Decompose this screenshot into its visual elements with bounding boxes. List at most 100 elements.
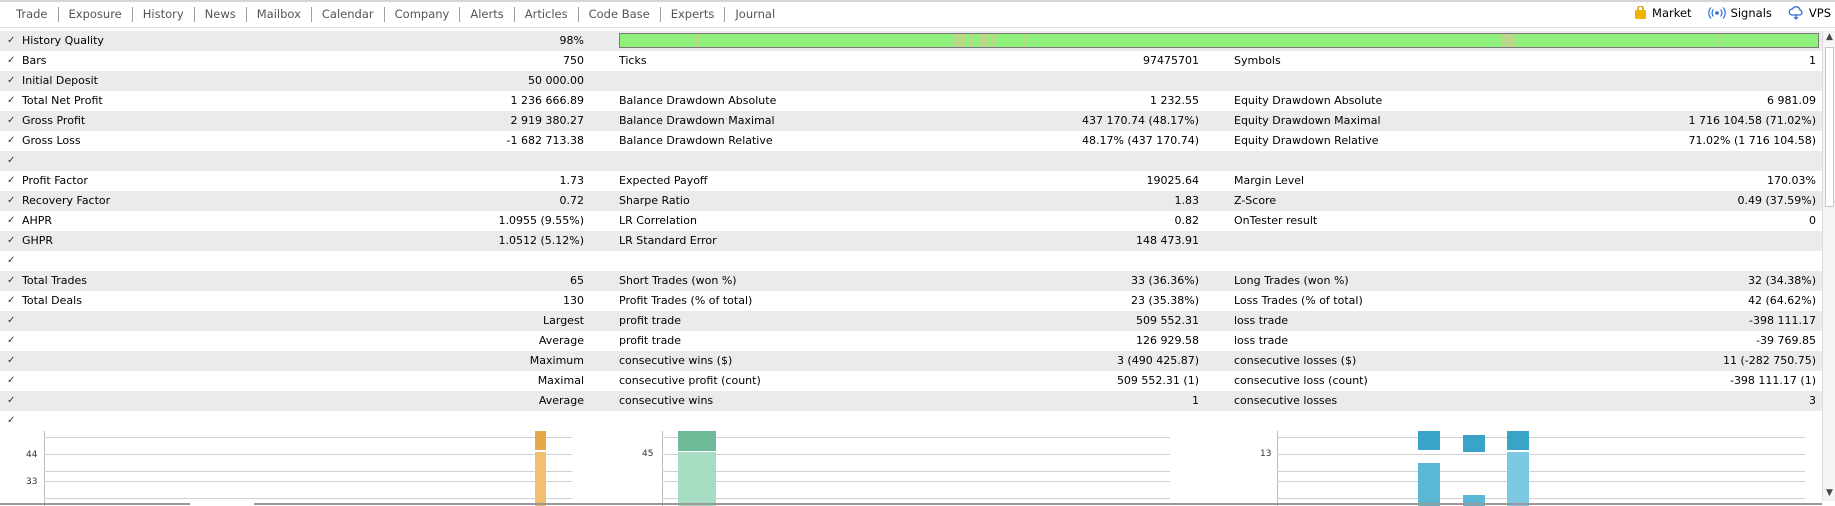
stats-row: ✓ Recovery Factor 0.72 Sharpe Ratio 1.83 Z-Sc… <box>0 191 1822 211</box>
vps-label: VPS <box>1808 6 1831 20</box>
tab-mailbox[interactable]: Mailbox <box>247 5 311 23</box>
signals-label: Signals <box>1730 6 1772 20</box>
stat-value: 2 919 380.27 <box>510 114 584 127</box>
stat-value: 437 170.74 (48.17%) <box>1081 114 1199 127</box>
row-check-icon[interactable]: ✓ <box>7 311 15 331</box>
quality-gap-segment <box>1719 34 1723 47</box>
stat-label: LR Standard Error <box>619 234 717 247</box>
tab-news[interactable]: News <box>195 5 246 23</box>
stat-label: Gross Profit <box>22 114 86 127</box>
stat-value: 1.0955 (9.55%) <box>498 214 584 227</box>
tab-journal[interactable]: Journal <box>725 5 785 23</box>
row-check-icon[interactable]: ✓ <box>7 251 15 271</box>
row-check-icon[interactable]: ✓ <box>7 151 15 171</box>
row-check-icon[interactable]: ✓ <box>7 211 15 231</box>
row-check-icon[interactable]: ✓ <box>7 91 15 111</box>
chart1-gridline <box>44 498 572 499</box>
row-check-icon[interactable]: ✓ <box>7 71 15 91</box>
stat-value: 750 <box>563 54 584 67</box>
tab-trade[interactable]: Trade <box>6 5 58 23</box>
stat-value: 19025.64 <box>1146 174 1200 187</box>
chart2-tick-45: 45 <box>642 449 654 459</box>
terminal-tab-bar: Trade Exposure History News Mailbox Calendar C… <box>0 0 1835 28</box>
scrollbar-thumb[interactable] <box>1825 47 1834 207</box>
stat-label: Profit Trades (% of total) <box>619 294 753 307</box>
chart1-gridline <box>44 481 572 482</box>
chart1-gridline <box>44 454 572 455</box>
row-check-icon[interactable]: ✓ <box>7 331 15 351</box>
stats-row: ✓ Gross Profit 2 919 380.27 Balance Drawdow… <box>0 111 1822 131</box>
vps-button[interactable]: VPS <box>1788 6 1831 20</box>
row-check-icon[interactable]: ✓ <box>7 131 15 151</box>
signals-button[interactable]: Signals <box>1707 6 1772 20</box>
stat-value: -398 111.17 <box>1749 314 1816 327</box>
tab-experts[interactable]: Experts <box>661 5 725 23</box>
stat-label: Equity Drawdown Maximal <box>1234 114 1381 127</box>
tab-history[interactable]: History <box>133 5 194 23</box>
stat-label: Symbols <box>1234 54 1281 67</box>
scroll-down-icon[interactable]: ▼ <box>1824 488 1835 499</box>
stat-value: 1 <box>1809 54 1816 67</box>
stat-label: Initial Deposit <box>22 74 98 87</box>
stat-label: LR Correlation <box>619 214 697 227</box>
chart3-gridline <box>1277 454 1805 455</box>
quality-gap-segment <box>979 34 991 47</box>
stat-value: 170.03% <box>1767 174 1816 187</box>
scroll-up-icon[interactable]: ▲ <box>1824 32 1835 43</box>
stat-value: Average <box>538 334 584 347</box>
stat-label: loss trade <box>1234 314 1289 327</box>
quality-gap-segment <box>1023 34 1027 47</box>
bottom-border <box>254 503 1822 505</box>
stat-value: Maximum <box>529 354 584 367</box>
stat-label: consecutive losses ($) <box>1234 354 1357 367</box>
chart1-gridline <box>44 471 572 472</box>
stat-value: 6 981.09 <box>1767 94 1816 107</box>
stat-label: Bars <box>22 54 47 67</box>
chart3-gridline <box>1277 437 1805 438</box>
stat-label: Long Trades (won %) <box>1234 274 1349 287</box>
stat-value: 126 929.58 <box>1136 334 1199 347</box>
row-check-icon[interactable]: ✓ <box>7 231 15 251</box>
tab-calendar[interactable]: Calendar <box>312 5 384 23</box>
row-check-icon[interactable]: ✓ <box>7 51 15 71</box>
stat-value: 0 <box>1809 214 1816 227</box>
stat-label: Total Deals <box>22 294 82 307</box>
stats-row: ✓ <box>0 411 1822 431</box>
stat-label: profit trade <box>619 334 682 347</box>
stats-row: ✓ Average profit trade 126 929.58 loss trade… <box>0 331 1822 351</box>
vertical-scrollbar[interactable]: ▲ ▼ <box>1822 31 1835 501</box>
stat-value: 48.17% (437 170.74) <box>1081 134 1199 147</box>
stat-label: profit trade <box>619 314 682 327</box>
row-check-icon[interactable]: ✓ <box>7 351 15 371</box>
stats-row: ✓ Total Net Profit 1 236 666.89 Balance Dra… <box>0 91 1822 111</box>
chart2-gridline <box>662 481 1170 482</box>
stat-label: AHPR <box>22 214 53 227</box>
tab-code-base[interactable]: Code Base <box>579 5 660 23</box>
tab-exposure[interactable]: Exposure <box>59 5 132 23</box>
row-check-icon[interactable]: ✓ <box>7 411 15 431</box>
chart2-bar <box>678 452 716 506</box>
stat-label: consecutive wins ($) <box>619 354 733 367</box>
row-check-icon[interactable]: ✓ <box>7 371 15 391</box>
histogram-chart-1: 44 33 <box>20 431 580 506</box>
tab-company[interactable]: Company <box>385 5 460 23</box>
stat-value: 97475701 <box>1143 54 1199 67</box>
row-check-icon[interactable]: ✓ <box>7 191 15 211</box>
chart3-bar <box>1418 463 1440 506</box>
tab-articles[interactable]: Articles <box>515 5 578 23</box>
row-check-icon[interactable]: ✓ <box>7 111 15 131</box>
row-check-icon[interactable]: ✓ <box>7 171 15 191</box>
market-button[interactable]: Market <box>1634 6 1692 20</box>
stat-value: 509 552.31 <box>1136 314 1199 327</box>
stat-label: Balance Drawdown Maximal <box>619 114 775 127</box>
vps-cloud-icon <box>1788 6 1803 20</box>
row-check-icon[interactable]: ✓ <box>7 291 15 311</box>
chart2-bar <box>678 431 716 451</box>
stats-row: ✓ <box>0 251 1822 271</box>
chart3-axis <box>1277 431 1278 506</box>
tab-alerts[interactable]: Alerts <box>460 5 513 23</box>
row-check-icon[interactable]: ✓ <box>7 271 15 291</box>
row-check-icon[interactable]: ✓ <box>7 391 15 411</box>
chart3-gridline <box>1277 471 1805 472</box>
row-check-icon[interactable]: ✓ <box>7 31 15 51</box>
